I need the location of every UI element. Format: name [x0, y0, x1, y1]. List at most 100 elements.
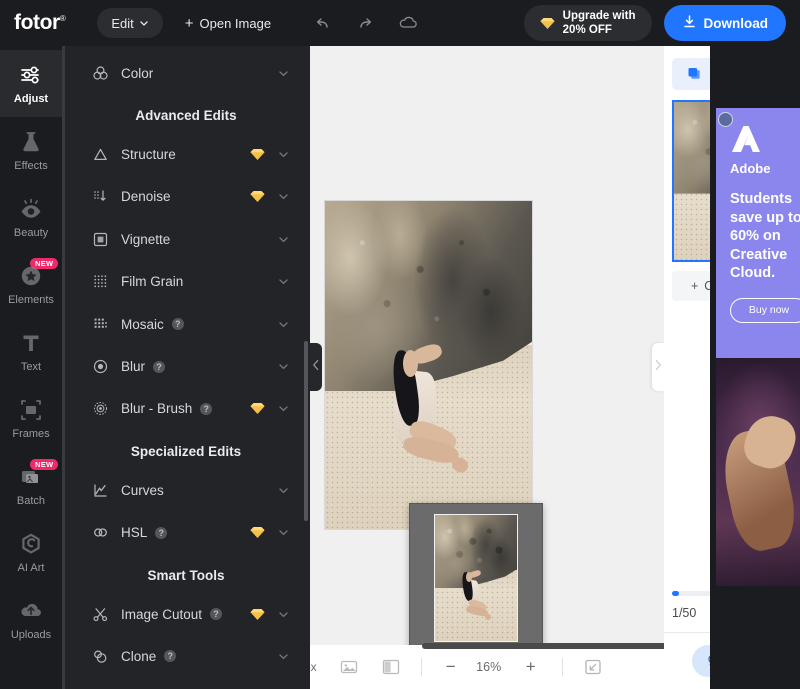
adobe-ad-card[interactable]: Adobe Students save up to 60% on Creativ… [716, 108, 800, 358]
batch-icon [18, 464, 44, 490]
collapse-right-panel-handle[interactable] [652, 343, 664, 391]
frame-icon [18, 397, 44, 423]
sidebar-item-label: Text [21, 361, 41, 373]
flask-icon [18, 129, 44, 155]
chevron-down-icon[interactable] [277, 608, 290, 621]
zoom-level-label[interactable]: 16% [476, 660, 502, 674]
help-icon[interactable]: ? [153, 361, 165, 373]
ad-bottom-filler [710, 586, 800, 689]
chevron-down-icon[interactable] [277, 318, 290, 331]
undo-icon[interactable] [313, 13, 333, 33]
tool-label: Vignette [121, 232, 170, 247]
section-heading-advanced-edits: Advanced Edits [62, 94, 310, 133]
dimension-px-label: px [310, 660, 317, 674]
mosaic-icon [92, 316, 109, 333]
header-actions: Upgrade with 20% OFF Download [524, 5, 786, 41]
tool-row-clone[interactable]: Clone ? [62, 635, 310, 677]
sidebar-item-label: Adjust [14, 93, 48, 105]
help-icon[interactable]: ? [210, 608, 222, 620]
edit-menu-label: Edit [111, 16, 133, 31]
collapse-left-panel-handle[interactable] [310, 343, 322, 391]
grain-icon [92, 273, 109, 290]
text-t-icon [18, 330, 44, 356]
blur-brush-icon [92, 400, 109, 417]
help-icon[interactable]: ? [164, 650, 176, 662]
tool-row-film-grain[interactable]: Film Grain [62, 261, 310, 303]
canvas-workspace: px − 16% + [310, 46, 664, 689]
nav-person [456, 568, 495, 637]
chevron-down-icon[interactable] [277, 526, 290, 539]
tool-label: Clone [121, 649, 156, 664]
tool-row-vignette[interactable]: Vignette [62, 218, 310, 260]
tool-row-hsl[interactable]: HSL ? [62, 512, 310, 554]
navigator-preview-panel[interactable] [409, 503, 543, 653]
upgrade-button[interactable]: Upgrade with 20% OFF [524, 5, 652, 41]
chevron-down-icon[interactable] [277, 360, 290, 373]
tools-panel-scrollbar[interactable] [304, 341, 308, 521]
sidebar-item-ai-art[interactable]: AI Art [0, 519, 62, 586]
sidebar-item-elements[interactable]: NEW Elements [0, 251, 62, 318]
chevron-down-icon [139, 16, 149, 31]
clone-icon [92, 648, 109, 665]
ad-brand-label: Adobe [730, 161, 800, 176]
edit-menu-button[interactable]: Edit [97, 8, 162, 38]
nav-person-foot [484, 612, 492, 620]
sidebar-item-text[interactable]: Text [0, 318, 62, 385]
sliders-icon [18, 62, 44, 88]
sidebar-item-frames[interactable]: Frames [0, 385, 62, 452]
tool-row-blur-brush[interactable]: Blur - Brush ? [62, 388, 310, 430]
image-icon[interactable] [339, 657, 359, 677]
fotor-logo[interactable]: fotor® [14, 11, 73, 35]
sidebar-item-label: Uploads [11, 629, 51, 641]
adobe-a-icon [730, 141, 764, 158]
sidebar-item-uploads[interactable]: Uploads [0, 586, 62, 653]
batch-count-label: 1/50 [672, 606, 696, 620]
cloud-icon[interactable] [397, 13, 417, 33]
premium-diamond-icon [250, 190, 265, 203]
photo-content [325, 201, 532, 529]
tool-row-blur[interactable]: Blur ? [62, 345, 310, 387]
chevron-down-icon[interactable] [277, 190, 290, 203]
app-body: Adjust Effects Beauty NEW Elements [0, 46, 800, 689]
chevron-down-icon[interactable] [277, 484, 290, 497]
chevron-down-icon[interactable] [277, 402, 290, 415]
redo-icon[interactable] [355, 13, 375, 33]
ad-photo [716, 358, 800, 586]
tool-label: Blur - Brush [121, 401, 192, 416]
help-icon[interactable]: ? [155, 527, 167, 539]
chevron-down-icon[interactable] [277, 275, 290, 288]
sidebar-item-effects[interactable]: Effects [0, 117, 62, 184]
fit-screen-icon[interactable] [583, 657, 603, 677]
canvas-horizontal-scrollbar[interactable] [422, 643, 664, 649]
zoom-in-button[interactable]: + [520, 656, 542, 678]
canvas-area[interactable] [310, 46, 664, 689]
ad-buy-now-button[interactable]: Buy now [730, 298, 800, 323]
chevron-down-icon[interactable] [277, 148, 290, 161]
chevron-down-icon[interactable] [277, 650, 290, 663]
tool-row-curves[interactable]: Curves [62, 469, 310, 511]
tool-row-denoise[interactable]: Denoise [62, 176, 310, 218]
help-icon[interactable]: ? [172, 318, 184, 330]
sidebar-item-batch[interactable]: NEW Batch [0, 452, 62, 519]
logo-text: fotor [14, 11, 60, 34]
tool-label: Structure [121, 147, 176, 162]
compare-split-icon[interactable] [381, 657, 401, 677]
chevron-down-icon[interactable] [277, 67, 290, 80]
sidebar-item-adjust[interactable]: Adjust [0, 50, 62, 117]
zoom-out-button[interactable]: − [440, 656, 462, 678]
vignette-icon [92, 231, 109, 248]
open-image-button[interactable]: + Open Image [177, 8, 279, 38]
sidebar-item-beauty[interactable]: Beauty [0, 184, 62, 251]
tool-row-color[interactable]: Color [62, 52, 310, 94]
download-button[interactable]: Download [664, 5, 787, 41]
premium-diamond-icon [250, 608, 265, 621]
tool-row-image-cutout[interactable]: Image Cutout ? [62, 593, 310, 635]
premium-diamond-icon [250, 526, 265, 539]
help-icon[interactable]: ? [200, 403, 212, 415]
batch-progress-thumb[interactable] [672, 591, 679, 596]
tools-list: Color Advanced Edits Structure [62, 46, 310, 689]
editing-photo[interactable] [324, 200, 533, 530]
tool-row-structure[interactable]: Structure [62, 133, 310, 175]
tool-row-mosaic[interactable]: Mosaic ? [62, 303, 310, 345]
chevron-down-icon[interactable] [277, 233, 290, 246]
